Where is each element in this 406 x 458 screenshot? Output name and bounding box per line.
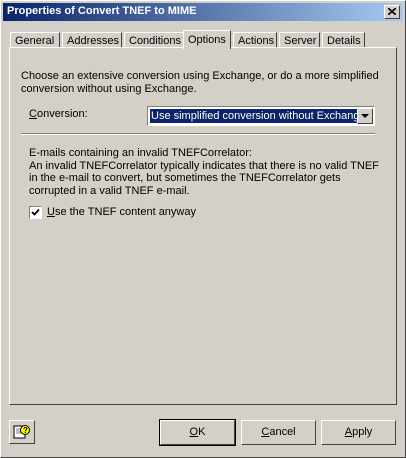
tab-server[interactable]: Server (279, 32, 320, 48)
title-bar[interactable]: Properties of Convert TNEF to MIME (3, 3, 403, 21)
invalid-correlator-heading: E-mails containing an invalid TNEFCorrel… (29, 147, 252, 159)
invalid-correlator-text: An invalid TNEFCorrelator typically indi… (29, 159, 379, 197)
tab-actions[interactable]: Actions (233, 32, 277, 48)
tab-options[interactable]: Options (183, 30, 231, 49)
tab-addresses[interactable]: Addresses (62, 32, 122, 48)
conversion-description: Choose an extensive conversion using Exc… (21, 70, 379, 95)
chevron-down-icon (361, 114, 369, 118)
cancel-button[interactable]: Cancel (241, 420, 316, 445)
conversion-label: Conversion: (29, 108, 88, 120)
apply-button[interactable]: Apply (321, 420, 396, 445)
conversion-select[interactable]: Use simplified conversion without Exchan… (147, 106, 375, 126)
checkmark-icon (31, 208, 40, 216)
close-button[interactable] (384, 5, 400, 19)
tab-details[interactable]: Details (322, 32, 365, 48)
dropdown-button[interactable] (357, 108, 373, 124)
options-panel (9, 47, 397, 405)
use-tnef-label: Use the TNEF content anyway (47, 206, 196, 218)
close-icon (388, 8, 396, 15)
invalid-correlator-info: E-mails containing an invalid TNEFCorrel… (29, 147, 379, 197)
svg-text:?: ? (23, 426, 28, 435)
separator (21, 133, 375, 135)
conversion-selected-value: Use simplified conversion without Exchan… (150, 109, 358, 123)
ok-button[interactable]: OK (159, 419, 236, 446)
help-button[interactable]: ? (9, 420, 35, 444)
tab-conditions[interactable]: Conditions (124, 32, 184, 48)
use-tnef-checkbox[interactable] (29, 206, 42, 219)
tab-general[interactable]: General (10, 32, 60, 48)
window-title: Properties of Convert TNEF to MIME (7, 5, 197, 17)
help-icon: ? (13, 425, 30, 439)
